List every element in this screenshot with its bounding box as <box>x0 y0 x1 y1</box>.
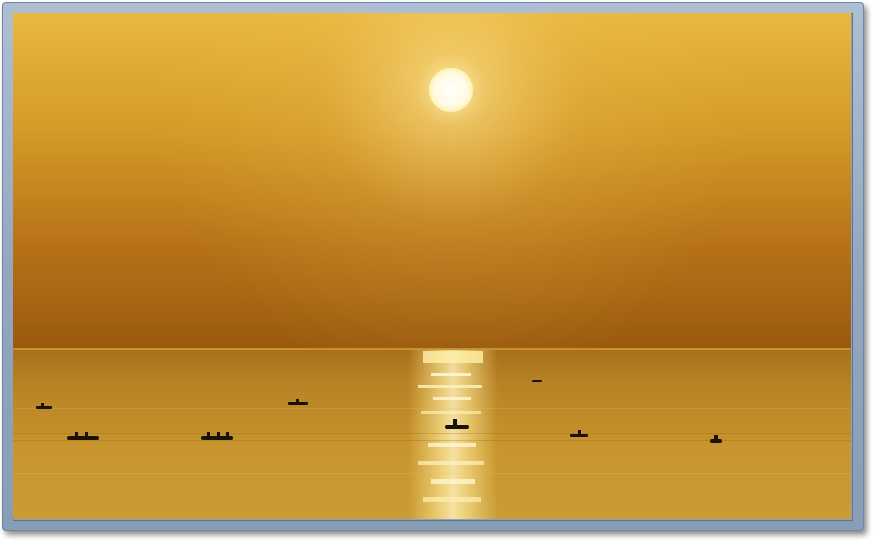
horizon-line <box>13 348 851 350</box>
sun-glow <box>13 13 851 349</box>
sun <box>429 68 473 112</box>
boat <box>532 380 542 382</box>
sun-reflection <box>408 350 498 519</box>
sunset-scene <box>13 13 851 519</box>
sunset-photo <box>13 13 851 519</box>
